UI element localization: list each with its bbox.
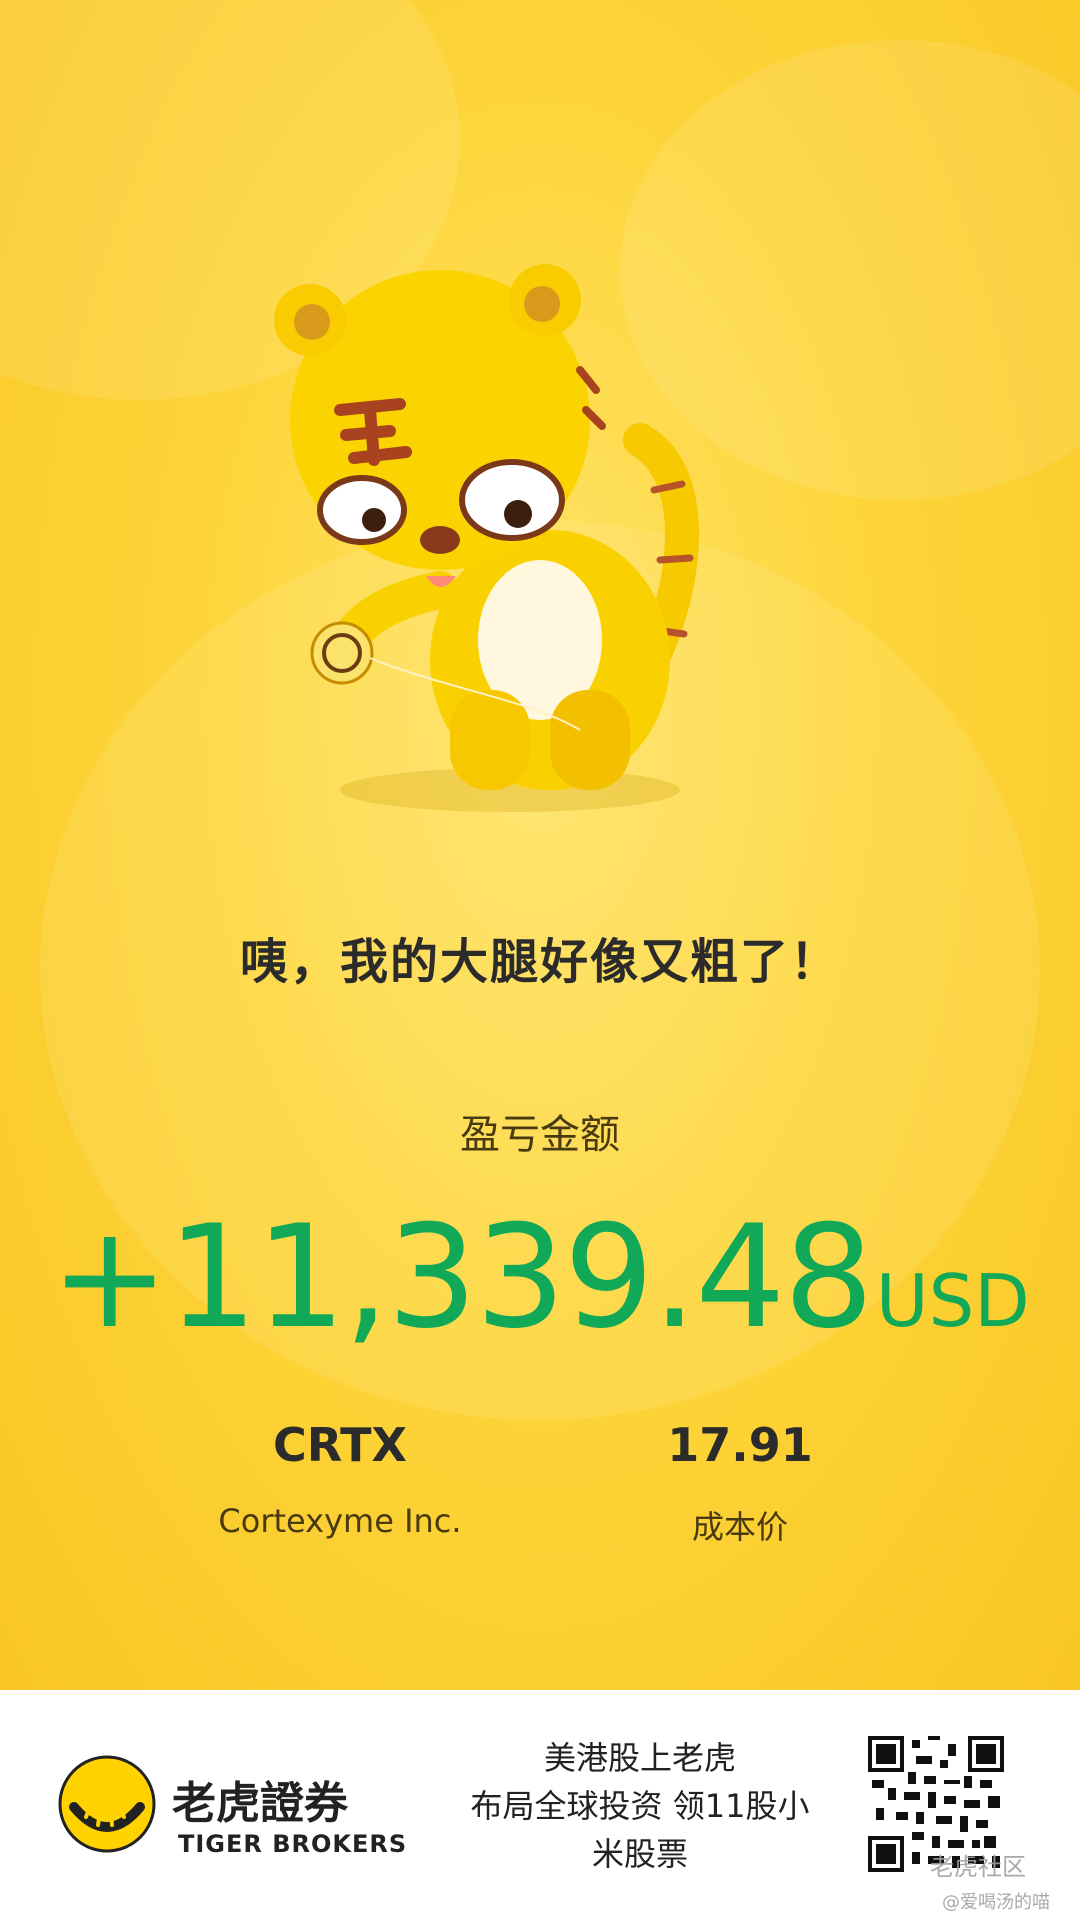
profit-loss-amount: +11,339.48USD <box>0 1195 1080 1360</box>
stock-ticker: CRTX <box>273 1418 407 1472</box>
promo-text: 美港股上老虎 布局全球投资 领11股小 米股票 <box>450 1734 830 1878</box>
cost-info: 17.91 成本价 <box>590 1418 890 1548</box>
hero-background: 咦，我的大腿好像又粗了！ 盈亏金额 +11,339.48USD CRTX Cor… <box>0 0 1080 1690</box>
cost-price-value: 17.91 <box>667 1418 813 1472</box>
watermark-author: @爱喝汤的喵 <box>942 1892 1050 1913</box>
cost-price-label: 成本价 <box>691 1508 788 1546</box>
promo-line: 美港股上老虎 <box>543 1739 736 1777</box>
promo-line: 米股票 <box>591 1835 688 1873</box>
profit-loss-label: 盈亏金额 <box>460 1112 620 1158</box>
promo-line: 布局全球投资 领11股小 <box>470 1787 810 1825</box>
profit-amount-value: +11,339.48 <box>50 1195 874 1360</box>
brand-name-english: TIGER BROKERS <box>178 1830 408 1858</box>
tiger-mascot-image <box>274 264 699 812</box>
watermark-community: 老虎社区 <box>930 1853 1026 1881</box>
stock-company-name: Cortexyme Inc. <box>218 1502 462 1540</box>
brand-name-chinese: 老虎證券 <box>172 1778 348 1829</box>
profit-amount-currency: USD <box>875 1259 1030 1343</box>
tiger-brokers-logo-icon <box>58 1755 156 1853</box>
headline-text: 咦，我的大腿好像又粗了！ <box>239 934 840 990</box>
stock-info: CRTX Cortexyme Inc. <box>180 1418 500 1540</box>
